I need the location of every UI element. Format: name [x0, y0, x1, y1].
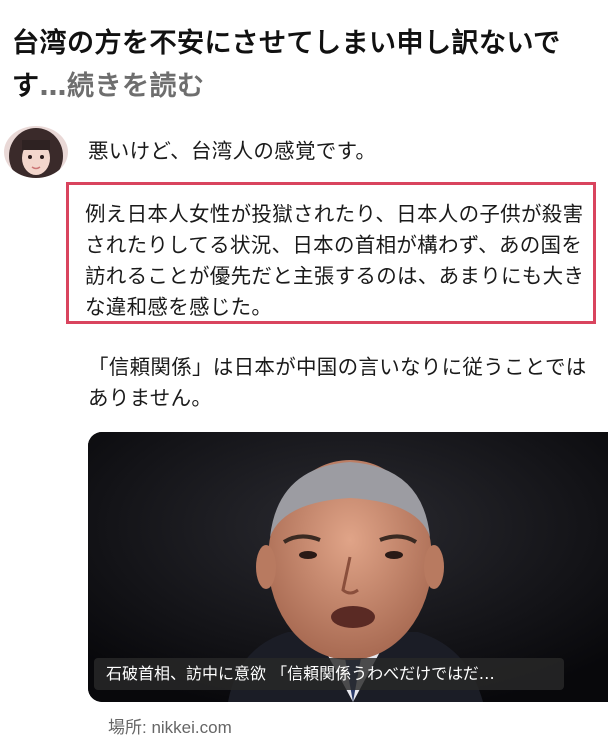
clipped-previous-line [90, 118, 310, 126]
post-line-1: 悪いけど、台湾人の感覚です。 [88, 139, 377, 163]
post-line-3: 「信頼関係」は日本が中国の言いなりに従うことではありません。 [88, 355, 587, 410]
highlighted-quote-box: 例え日本人女性が投獄されたり、日本人の子供が殺害されたりしてる状況、日本の首相が… [66, 182, 596, 324]
article-headline[interactable]: 台湾の方を不安にさせてしまい申し訳ないです…続きを読む [12, 22, 597, 108]
link-preview-card[interactable]: 石破首相、訪中に意欲 「信頼関係うわべだけではだ… [88, 432, 608, 702]
avatar-image [4, 126, 68, 178]
highlighted-quote-text: 例え日本人女性が投獄されたり、日本人の子供が殺害されたりしてる状況、日本の首相が… [85, 202, 585, 319]
card-caption: 石破首相、訪中に意欲 「信頼関係うわべだけではだ… [94, 658, 564, 690]
read-more-link[interactable]: …続きを読む [40, 71, 205, 102]
avatar[interactable] [4, 126, 68, 178]
link-source[interactable]: 場所: nikkei.com [108, 713, 232, 738]
